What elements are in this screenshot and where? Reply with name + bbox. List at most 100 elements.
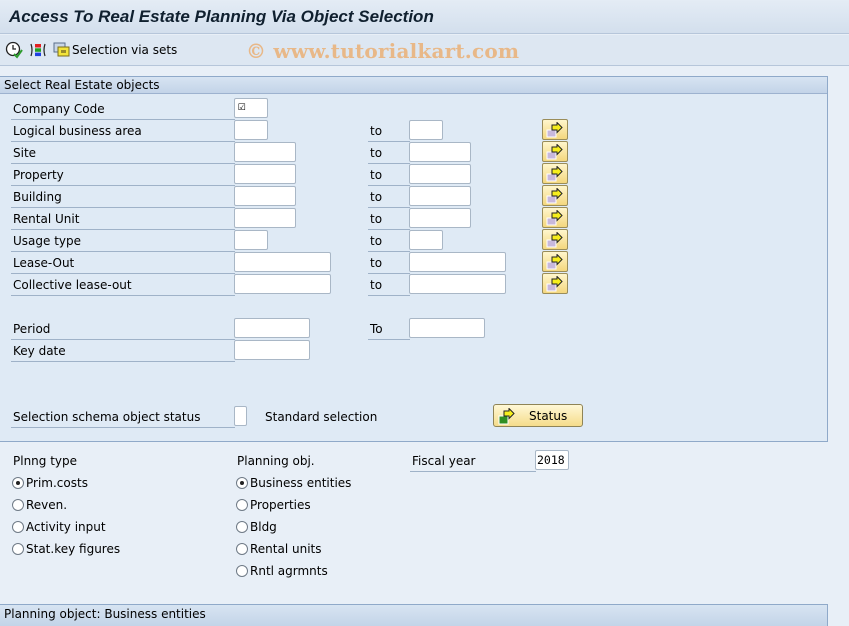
radio-label: Activity input <box>26 520 106 534</box>
fiscal-year-input[interactable] <box>535 450 569 470</box>
building-multiple-selection-button[interactable] <box>542 185 568 206</box>
radio-label: Bldg <box>250 520 277 534</box>
property-to-input[interactable] <box>409 164 471 184</box>
radio-button-icon[interactable] <box>236 499 248 511</box>
radio-label: Business entities <box>250 476 352 490</box>
usage-type-label: Usage type <box>11 233 235 252</box>
radio-button-icon[interactable] <box>12 477 24 489</box>
fiscal-year-label: Fiscal year <box>410 453 536 472</box>
planning-type-radio-stat-key-figures[interactable]: Stat.key figures <box>12 542 120 556</box>
radio-button-icon[interactable] <box>236 521 248 533</box>
status-button-label: Status <box>529 409 568 423</box>
logical-business-area-to-label: to <box>368 123 410 142</box>
selection-options-icon[interactable] <box>29 41 47 59</box>
title-bar: Access To Real Estate Planning Via Objec… <box>0 0 849 34</box>
planning-obj-radio-rental-units[interactable]: Rental units <box>236 542 322 556</box>
watermark: © www.tutorialkart.com <box>246 39 520 63</box>
radio-button-icon[interactable] <box>236 565 248 577</box>
planning-obj-radio-business-entities[interactable]: Business entities <box>236 476 351 490</box>
radio-button-icon[interactable] <box>236 477 248 489</box>
lease-out-label: Lease-Out <box>11 255 235 274</box>
radio-label: Reven. <box>26 498 68 512</box>
property-to-label: to <box>368 167 410 186</box>
multiple-selection-arrow-icon <box>546 210 563 226</box>
multiple-selection-arrow-icon <box>546 122 563 138</box>
logical-business-area-multiple-selection-button[interactable] <box>542 119 568 140</box>
multiple-selection-arrow-icon <box>546 232 563 248</box>
selection-schema-description: Standard selection <box>265 410 378 424</box>
selection-schema-label: Selection schema object status <box>11 409 235 428</box>
application-toolbar: Selection via sets © www.tutorialkart.co… <box>0 35 849 66</box>
rental-unit-to-label: to <box>368 211 410 230</box>
planning-obj-label: Planning obj. <box>237 454 315 468</box>
group-header: Select Real Estate objects <box>0 77 827 94</box>
planning-type-radio-reven[interactable]: Reven. <box>12 498 67 512</box>
planning-obj-radio-properties[interactable]: Properties <box>236 498 311 512</box>
site-label: Site <box>11 145 235 164</box>
rental-unit-to-input[interactable] <box>409 208 471 228</box>
planning-obj-radio-rntl-agrmnts[interactable]: Rntl agrmnts <box>236 564 328 578</box>
company-code-checkbox[interactable]: ☑ <box>234 98 268 118</box>
multiple-selection-arrow-icon <box>546 144 563 160</box>
period-to-input[interactable] <box>409 318 485 338</box>
checkbox-check-icon: ☑ <box>238 99 246 114</box>
radio-button-icon[interactable] <box>12 543 24 555</box>
building-from-input[interactable] <box>234 186 296 206</box>
lease-out-multiple-selection-button[interactable] <box>542 251 568 272</box>
lease-out-to-label: to <box>368 255 410 274</box>
usage-type-to-label: to <box>368 233 410 252</box>
key-date-label: Key date <box>11 343 235 362</box>
status-button[interactable]: Status <box>493 404 583 427</box>
execute-icon[interactable] <box>5 41 23 59</box>
multiple-selection-arrow-icon <box>546 166 563 182</box>
site-multiple-selection-button[interactable] <box>542 141 568 162</box>
planning-type-radio-activity-input[interactable]: Activity input <box>12 520 106 534</box>
radio-label: Prim.costs <box>26 476 88 490</box>
company-code-label: Company Code <box>11 101 235 120</box>
collective-lease-out-to-input[interactable] <box>409 274 506 294</box>
period-label: Period <box>11 321 235 340</box>
multiple-selection-arrow-icon <box>546 276 563 292</box>
site-to-input[interactable] <box>409 142 471 162</box>
key-date-input[interactable] <box>234 340 310 360</box>
page-title: Access To Real Estate Planning Via Objec… <box>9 7 434 26</box>
radio-label: Stat.key figures <box>26 542 121 556</box>
site-from-input[interactable] <box>234 142 296 162</box>
planning-type-radio-prim-costs[interactable]: Prim.costs <box>12 476 88 490</box>
usage-type-multiple-selection-button[interactable] <box>542 229 568 250</box>
collective-lease-out-to-label: to <box>368 277 410 296</box>
radio-label: Rntl agrmnts <box>250 564 328 578</box>
radio-label: Properties <box>250 498 311 512</box>
usage-type-from-input[interactable] <box>234 230 268 250</box>
rental-unit-from-input[interactable] <box>234 208 296 228</box>
multiple-selection-arrow-icon <box>546 254 563 270</box>
selection-sets-icon[interactable] <box>53 41 71 59</box>
planning-object-section-header: Planning object: Business entities <box>0 604 828 626</box>
lease-out-to-input[interactable] <box>409 252 506 272</box>
collective-lease-out-multiple-selection-button[interactable] <box>542 273 568 294</box>
logical-business-area-to-input[interactable] <box>409 120 443 140</box>
collective-lease-out-from-input[interactable] <box>234 274 331 294</box>
property-from-input[interactable] <box>234 164 296 184</box>
planning-obj-radio-bldg[interactable]: Bldg <box>236 520 277 534</box>
status-arrow-icon <box>498 408 515 425</box>
usage-type-to-input[interactable] <box>409 230 443 250</box>
radio-button-icon[interactable] <box>12 521 24 533</box>
radio-button-icon[interactable] <box>236 543 248 555</box>
property-multiple-selection-button[interactable] <box>542 163 568 184</box>
collective-lease-out-label: Collective lease-out <box>11 277 235 296</box>
lease-out-from-input[interactable] <box>234 252 331 272</box>
rental-unit-multiple-selection-button[interactable] <box>542 207 568 228</box>
logical-business-area-label: Logical business area <box>11 123 235 142</box>
building-to-input[interactable] <box>409 186 471 206</box>
site-to-label: to <box>368 145 410 164</box>
selection-via-sets-button[interactable]: Selection via sets <box>72 43 177 57</box>
building-to-label: to <box>368 189 410 208</box>
logical-business-area-from-input[interactable] <box>234 120 268 140</box>
radio-button-icon[interactable] <box>12 499 24 511</box>
planning-type-label: Plnng type <box>13 454 78 468</box>
multiple-selection-arrow-icon <box>546 188 563 204</box>
period-from-input[interactable] <box>234 318 310 338</box>
selection-schema-input[interactable] <box>234 406 247 426</box>
radio-label: Rental units <box>250 542 322 556</box>
